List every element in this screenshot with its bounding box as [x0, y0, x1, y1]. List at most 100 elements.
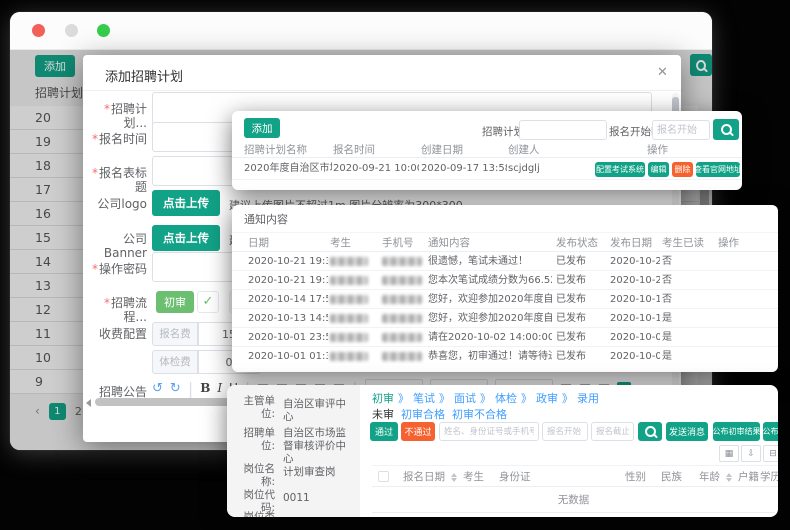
- send-message-button[interactable]: 发送消息: [666, 422, 708, 441]
- print-icon[interactable]: ⊟: [763, 445, 778, 462]
- logo-upload-button[interactable]: 点击上传: [152, 190, 220, 216]
- review-panel: 主管单位: 自治区审评中心 招聘单位: 自治区市场监督审核评价中心 岗位名称: …: [227, 385, 778, 517]
- redacted-candidate: [330, 333, 368, 342]
- undo-icon[interactable]: ↺: [152, 381, 163, 396]
- sort-icon[interactable]: [451, 473, 457, 482]
- info-label: 主管单位:: [235, 395, 275, 421]
- traffic-light-maximize-button[interactable]: [97, 24, 110, 37]
- columns-icon[interactable]: ▦: [719, 445, 739, 462]
- traffic-light-minimize-button[interactable]: [65, 24, 78, 37]
- notice-read: 否: [662, 252, 702, 271]
- column-header: 考生已读: [662, 233, 704, 253]
- column-header: 手机号: [382, 233, 414, 253]
- start-date-filter-input[interactable]: [652, 120, 710, 140]
- banner-upload-button[interactable]: 点击上传: [152, 225, 220, 251]
- config-exam-system-button[interactable]: 配置考试系统: [595, 162, 645, 177]
- redacted-candidate: [330, 352, 368, 361]
- scroll-left-icon[interactable]: [86, 399, 91, 407]
- close-icon[interactable]: ✕: [657, 65, 668, 80]
- field-label-process: *招聘流程...: [85, 296, 147, 324]
- info-value: 自治区市场监督审核评价中心: [283, 427, 355, 466]
- sort-icon[interactable]: [726, 473, 732, 482]
- required-mark: *: [104, 296, 110, 310]
- column-header: 考生: [463, 466, 484, 488]
- table-tools: ▦ ⇩ ⊟: [719, 445, 778, 462]
- notice-row[interactable]: 2020-10-01 23:54:58 请在2020-10-02 14:00:0…: [232, 328, 778, 347]
- add-plan-button[interactable]: 添加: [244, 118, 280, 138]
- empty-table-placeholder: 无数据: [372, 487, 775, 513]
- notice-pub-date: 2020-10-01 ...: [610, 328, 660, 347]
- process-step-first-review[interactable]: 初审: [156, 291, 194, 313]
- edit-button[interactable]: 编辑: [648, 162, 669, 177]
- field-label-signup-time: *报名时间: [85, 132, 147, 146]
- notice-panel-title: 通知内容: [244, 211, 288, 227]
- view-site-button[interactable]: 查看官网地址: [696, 162, 740, 177]
- info-value: 计划审查岗: [283, 466, 355, 479]
- notice-row[interactable]: 2020-10-01 01:35:03 恭喜您，初审通过！请等待进一步通知 已发…: [232, 347, 778, 366]
- process-breadcrumb: 初审 》 笔试 》 面试 》 体检 》 政审 》 录用: [372, 390, 599, 406]
- column-header: 年龄: [699, 466, 720, 488]
- step-hired[interactable]: 录用: [577, 390, 599, 406]
- italic-icon[interactable]: I: [217, 381, 222, 395]
- search-icon: [721, 124, 732, 135]
- step-political-review[interactable]: 政审: [536, 390, 558, 406]
- traffic-light-close-button[interactable]: [32, 24, 45, 37]
- plan-table-header: 招聘计划名称 报名时间 创建日期 创建人 操作: [232, 140, 742, 158]
- info-value: 自治区审评中心: [283, 398, 355, 424]
- pass-button[interactable]: 通过: [370, 422, 398, 441]
- bold-icon[interactable]: B: [200, 381, 210, 395]
- fail-button[interactable]: 不通过: [401, 422, 435, 441]
- notice-row[interactable]: 2020-10-21 19:11:40 您本次笔试成绩分数为66.52分 已发布…: [232, 271, 778, 290]
- plan-name-filter-input[interactable]: [519, 120, 607, 140]
- delete-button[interactable]: 删除: [672, 162, 693, 177]
- keyword-search-input[interactable]: [439, 422, 539, 441]
- step-first-review[interactable]: 初审: [372, 390, 394, 406]
- column-header: 民族: [661, 466, 682, 488]
- field-label-password: *操作密码: [85, 262, 147, 276]
- column-header: 日期: [248, 233, 269, 253]
- export-icon[interactable]: ⇩: [741, 445, 761, 462]
- publish-fee-notice-button[interactable]: 公布缴费通知: [763, 422, 778, 441]
- required-mark: *: [92, 262, 98, 276]
- notice-status: 已发布: [556, 347, 606, 366]
- redacted-candidate: [330, 257, 368, 266]
- field-label-form-title: *报名表标题: [85, 166, 147, 194]
- select-all-checkbox[interactable]: [378, 471, 389, 482]
- notice-row[interactable]: 2020-10-21 19:34:38 很遗憾，笔试未通过！ 已发布 2020-…: [232, 252, 778, 271]
- publish-review-result-button[interactable]: 公布初审结果: [713, 422, 760, 441]
- required-mark: *: [104, 102, 110, 116]
- plan-table-row[interactable]: 2020年度自治区市场监... 2020-09-21 10:00到2020...…: [232, 158, 742, 180]
- column-header: 身份证: [499, 466, 531, 488]
- step-physical-exam[interactable]: 体检: [495, 390, 517, 406]
- column-header: 户籍: [738, 466, 759, 488]
- info-value: 0011: [283, 492, 355, 505]
- redo-icon[interactable]: ↻: [170, 381, 181, 396]
- modal-title: 添加招聘计划: [105, 66, 183, 85]
- step-separator-icon: 》: [521, 390, 532, 406]
- signup-start-input[interactable]: [542, 422, 588, 441]
- search-icon: [645, 426, 656, 437]
- step-separator-icon: 》: [398, 390, 409, 406]
- notice-row[interactable]: 2020-10-13 14:55:54 您好，欢迎参加2020年度自治区市场..…: [232, 309, 778, 328]
- plan-search-button[interactable]: [713, 119, 739, 140]
- filter-unreviewed[interactable]: 未审: [372, 406, 394, 422]
- step-interview[interactable]: 面试: [454, 390, 476, 406]
- step-written-test[interactable]: 笔试: [413, 390, 435, 406]
- notice-row[interactable]: 2020-10-14 17:51:16 您好，欢迎参加2020年度自治区市场..…: [232, 290, 778, 309]
- notice-status: 已发布: [556, 290, 606, 309]
- filter-review-fail[interactable]: 初审不合格: [452, 406, 507, 422]
- review-search-button[interactable]: [638, 422, 662, 441]
- candidate-table-header: 报名日期 考生 身份证 性别 民族 年龄 户籍 学历: [372, 465, 778, 487]
- notice-status: 已发布: [556, 328, 606, 347]
- column-header: 考生: [330, 233, 351, 253]
- redacted-phone: [382, 314, 422, 323]
- redacted-candidate: [330, 314, 368, 323]
- notice-pub-date: 2020-10-14 ...: [610, 290, 660, 309]
- notice-read: 是: [662, 328, 702, 347]
- filter-review-pass[interactable]: 初审合格: [401, 406, 445, 422]
- notice-date: 2020-10-21 19:11:40: [248, 271, 328, 290]
- signup-end-input[interactable]: [591, 422, 634, 441]
- notice-read: 是: [662, 347, 702, 366]
- column-header: 报名时间: [333, 140, 375, 160]
- redacted-phone: [382, 333, 422, 342]
